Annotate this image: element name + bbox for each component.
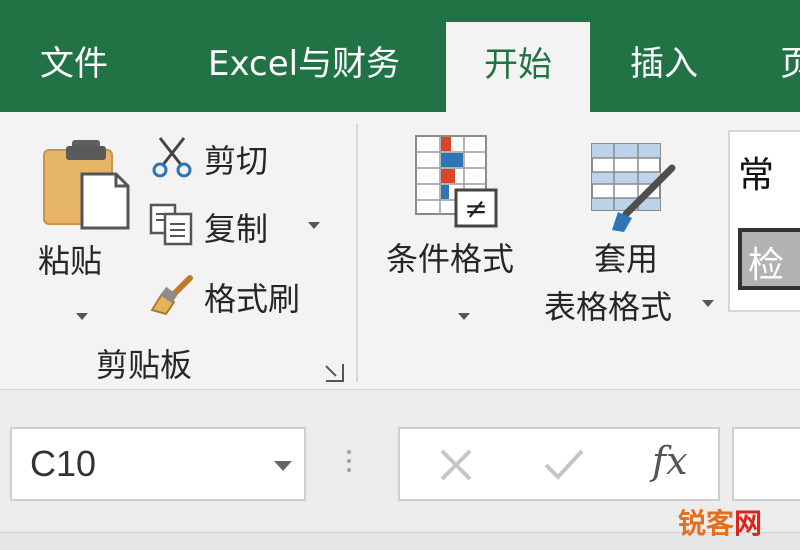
- format-painter-label: 格式刷: [204, 280, 301, 318]
- tab-excel-finance[interactable]: Excel与财务: [208, 32, 400, 112]
- cell-style-check-cell[interactable]: 检: [738, 228, 800, 290]
- format-painter-button[interactable]: 格式刷: [148, 270, 318, 320]
- watermark-logo: 锐客网: [678, 502, 762, 542]
- ribbon-home: 粘贴 剪切 复制 格式刷 剪贴板 ≠ 条件格式 套用 表格格式 常 检: [0, 112, 800, 390]
- cell-styles-gallery[interactable]: 常 检: [728, 130, 800, 312]
- copy-button[interactable]: 复制: [148, 200, 328, 250]
- paintbrush-icon: [150, 275, 193, 316]
- splitter-handle-icon[interactable]: [346, 450, 352, 480]
- paste-button[interactable]: 粘贴: [30, 132, 134, 332]
- cancel-icon[interactable]: [436, 445, 476, 485]
- copy-dropdown-caret[interactable]: [308, 222, 320, 229]
- formula-input[interactable]: [732, 427, 800, 501]
- name-box-dropdown-icon[interactable]: [274, 461, 292, 471]
- format-as-table-button[interactable]: 套用 表格格式: [542, 140, 720, 340]
- format-as-table-dropdown-caret[interactable]: [702, 300, 714, 307]
- formula-buttons: fx: [398, 427, 720, 501]
- conditional-formatting-button[interactable]: ≠ 条件格式: [384, 132, 536, 332]
- conditional-formatting-dropdown-caret[interactable]: [458, 313, 470, 320]
- conditional-formatting-icon: ≠: [415, 135, 498, 228]
- watermark-part1: 锐客: [678, 507, 735, 540]
- tab-insert[interactable]: 插入: [630, 32, 698, 112]
- name-box[interactable]: C10: [10, 427, 306, 501]
- tab-file[interactable]: 文件: [40, 32, 108, 112]
- paste-label: 粘贴: [38, 242, 103, 280]
- cut-button[interactable]: 剪切: [148, 132, 288, 182]
- tab-home[interactable]: 开始: [446, 22, 590, 114]
- tab-page-layout-partial[interactable]: 页: [780, 32, 800, 112]
- format-as-table-label-line1: 套用: [594, 240, 659, 278]
- format-as-table-label-line2: 表格格式: [544, 288, 673, 326]
- group-separator: [356, 124, 358, 382]
- watermark-part2: 网: [734, 507, 763, 540]
- clipboard-paste-icon: [43, 140, 130, 230]
- copy-icon: [149, 203, 193, 246]
- enter-check-icon[interactable]: [542, 445, 586, 485]
- cell-style-check-cell-label: 检: [748, 245, 785, 286]
- cut-label: 剪切: [204, 142, 269, 180]
- conditional-formatting-label: 条件格式: [386, 240, 515, 278]
- ribbon-tab-bar: 文件 Excel与财务 开始 插入 页: [0, 0, 800, 114]
- copy-label: 复制: [204, 210, 269, 248]
- clipboard-dialog-launcher-icon[interactable]: [326, 364, 344, 382]
- clipboard-group-label: 剪贴板: [96, 346, 193, 384]
- scissors-icon: [152, 137, 192, 178]
- cell-style-normal[interactable]: 常: [738, 146, 774, 198]
- format-as-table-icon: [591, 143, 676, 232]
- name-box-value: C10: [30, 443, 97, 484]
- insert-function-icon[interactable]: fx: [652, 439, 688, 483]
- paste-dropdown-caret[interactable]: [76, 313, 88, 320]
- svg-text:≠: ≠: [464, 192, 487, 225]
